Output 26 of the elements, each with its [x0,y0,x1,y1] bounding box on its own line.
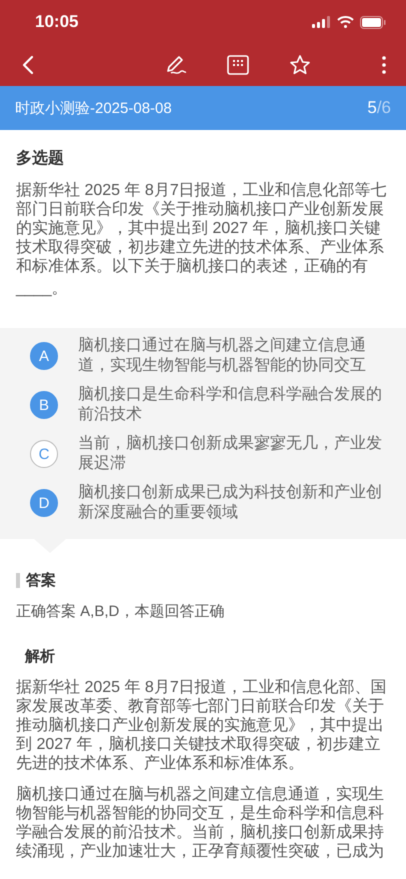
keypad-icon[interactable] [225,52,251,78]
answer-blank: ____。 [14,279,69,298]
more-icon[interactable] [380,54,388,76]
question-type: 多选题 [15,148,65,169]
option-letter[interactable]: B [30,391,58,419]
analysis-paragraph: 据新华社 2025 年 8月7日报道，工业和信息化部、国家发展改革委、教育部等七部门日前联合印发《关于推动脑机接口产业创新发展的实施意见》，其中提出到 2027 年，脑机接口关键技术取得突破，初步建立先进的技术体系、产业体系和标准体系。 [16,678,388,773]
option-text[interactable]: 当前，脑机接口创新成果寥寥无几，产业发展迟滞 [78,434,383,474]
total-questions: /6 [376,98,391,117]
back-button[interactable] [20,53,36,77]
wifi-icon [337,16,354,28]
answer-text: 正确答案 A,B,D，本题回答正确 [16,602,226,621]
option-letter[interactable]: D [30,489,58,517]
quiz-title: 时政小测验-2025-08-08 [15,98,172,118]
current-question: 5 [367,98,377,117]
option-text[interactable]: 脑机接口创新成果已成为科技创新和产业创新深度融合的重要领域 [78,483,383,523]
signal-icon [312,16,331,28]
option-letter[interactable]: A [30,342,58,370]
analysis-heading: 解析 [24,647,56,666]
analysis-paragraph: 脑机接口通过在脑与机器之间建立信息通道，实现生物智能与机器智能的协同交互，是生命科学和信息科学融合发展的前沿技术。当前，脑机接口创新成果持续涌现，产业加速壮大，正孕育颠覆性突破，已成为 [16,785,385,861]
option-text[interactable]: 脑机接口通过在脑与机器之间建立信息通道，实现生物智能与机器智能的协同交互 [78,336,383,376]
option-letter[interactable]: C [30,440,58,468]
answer-heading: 答案 [26,571,56,590]
question-text: 据新华社 2025 年 8月7日报道，工业和信息化部等七部门日前联合印发《关于推动脑机接口产业创新发展的实施意见》，其中提出到 2027 年，脑机接口关键技术取得突破，初步建立先进的技术体系、产业体系和标准体系。以下关于脑机接口的表述，正确的有 [15,181,388,276]
option-text[interactable]: 脑机接口是生命科学和信息科学融合发展的前沿技术 [78,385,383,425]
battery-icon [360,16,386,28]
status-time: 10:05 [35,12,78,32]
